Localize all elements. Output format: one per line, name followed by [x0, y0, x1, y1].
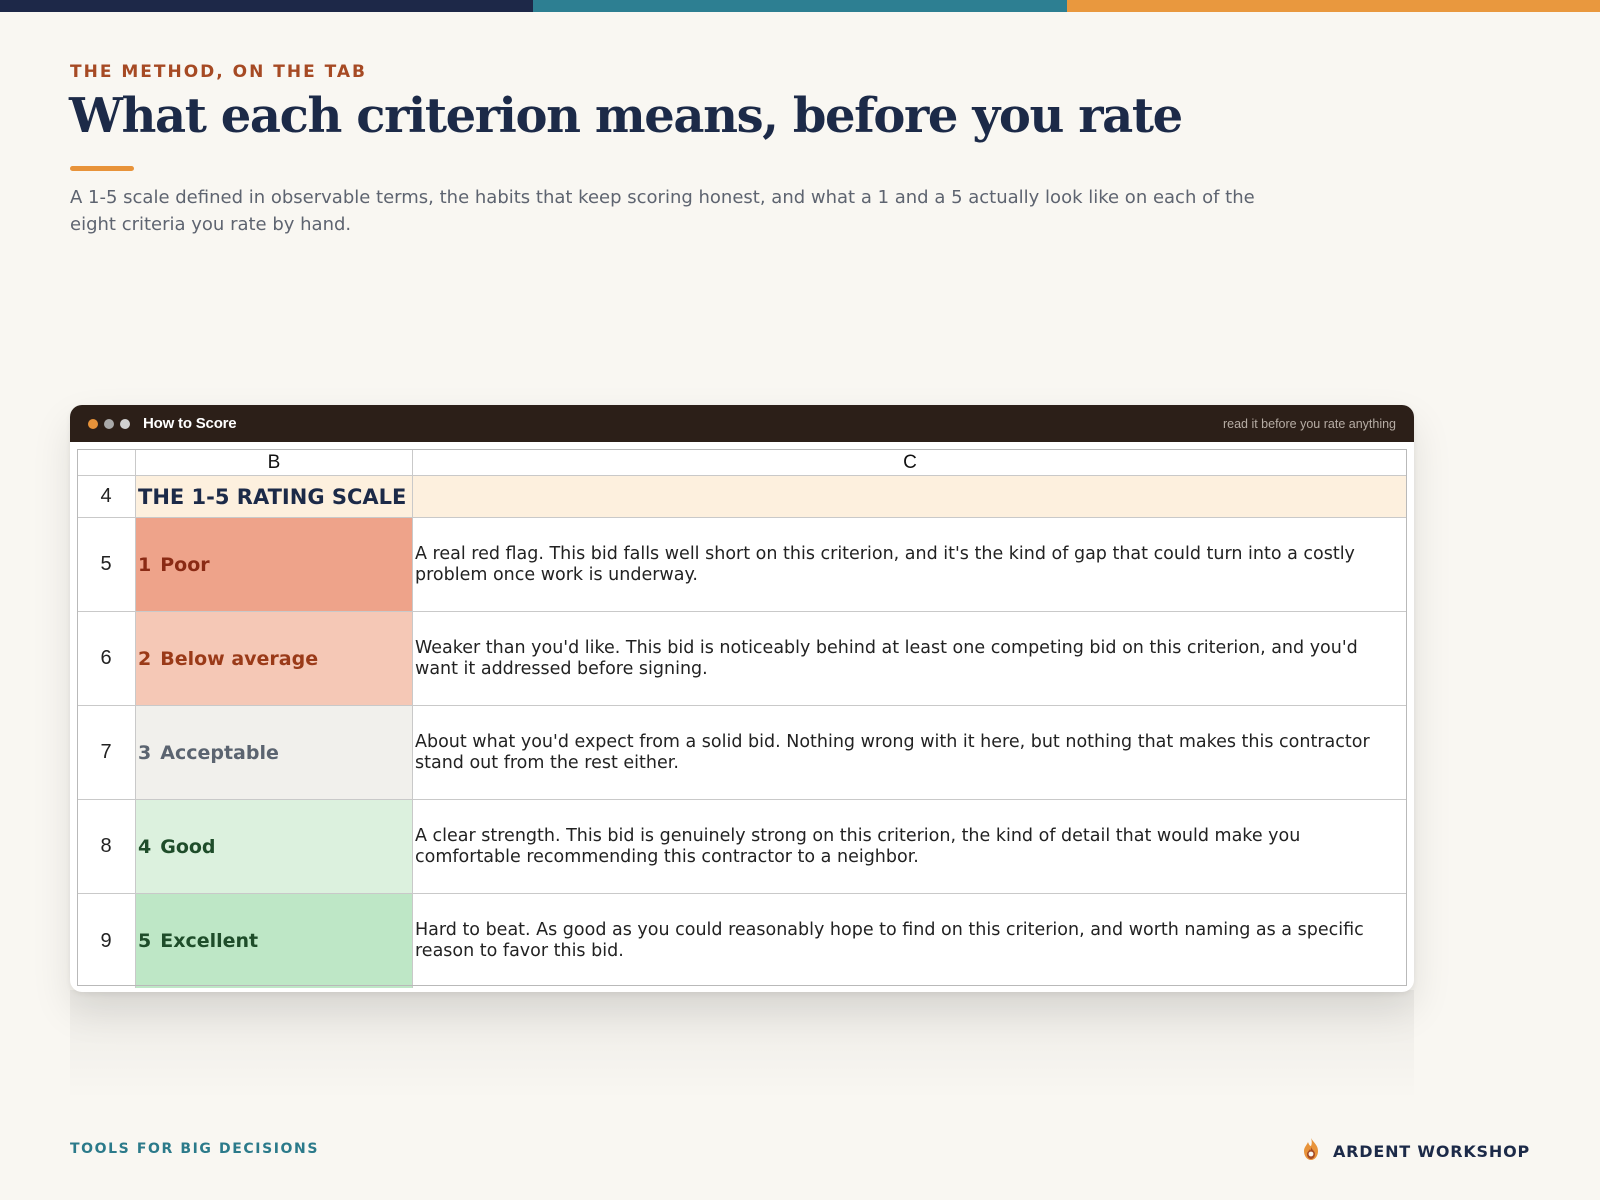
page-subtitle: A 1-5 scale defined in observable terms,…	[70, 187, 1255, 235]
row-number[interactable]: 8	[77, 800, 136, 893]
rating-number: 1	[138, 553, 152, 576]
rating-label: 4 Good	[136, 836, 216, 858]
rating-label: 2 Below average	[136, 648, 318, 670]
footer-brand: ARDENT WORKSHOP	[1301, 1137, 1530, 1166]
section-title: THE 1-5 RATING SCALE	[138, 484, 407, 509]
rating-description-cell[interactable]: About what you'd expect from a solid bid…	[413, 706, 1407, 799]
row-number[interactable]: 5	[77, 518, 136, 611]
accent-segment-teal	[533, 0, 1067, 12]
accent-segment-orange	[1066, 0, 1600, 12]
window-dot-gray[interactable]	[104, 419, 114, 429]
window-dot-orange[interactable]	[88, 419, 98, 429]
rating-description-cell[interactable]: Weaker than you'd like. This bid is noti…	[413, 612, 1407, 705]
brand-name: ARDENT WORKSHOP	[1333, 1142, 1530, 1161]
window-shadow	[70, 990, 1414, 1100]
eyebrow-label: THE METHOD, ON THE TAB	[70, 62, 367, 82]
row-number[interactable]: 6	[77, 612, 136, 705]
rating-description-cell[interactable]: Hard to beat. As good as you could reaso…	[413, 894, 1407, 988]
window-titlebar: How to Score read it before you rate any…	[70, 405, 1414, 442]
table-row: 5 1 Poor A real red flag. This bid falls we…	[77, 518, 1407, 612]
window-title: How to Score	[143, 415, 237, 432]
rating-label-cell[interactable]: 4 Good	[136, 800, 413, 893]
footer-tagline: TOOLS FOR BIG DECISIONS	[70, 1141, 320, 1157]
rating-description: Hard to beat. As good as you could reaso…	[415, 920, 1364, 961]
page-title: What each criterion means, before you ra…	[69, 88, 1183, 144]
row-number[interactable]: 9	[77, 894, 136, 988]
section-title-cell[interactable]: THE 1-5 RATING SCALE	[136, 476, 413, 517]
rating-label-cell[interactable]: 3 Acceptable	[136, 706, 413, 799]
table-row: 7 3 Acceptable About what you'd expect from…	[77, 706, 1407, 800]
rating-description: Weaker than you'd like. This bid is noti…	[415, 637, 1358, 679]
rating-label-cell[interactable]: 2 Below average	[136, 612, 413, 705]
rating-description-cell[interactable]: A real red flag. This bid falls well sho…	[413, 518, 1407, 611]
rating-description: A clear strength. This bid is genuinely …	[415, 825, 1301, 867]
section-fill-cell[interactable]	[413, 476, 1407, 517]
column-header-c[interactable]: C	[413, 450, 1407, 475]
spreadsheet-window: How to Score read it before you rate any…	[70, 405, 1414, 992]
table-row: 4 THE 1-5 RATING SCALE	[77, 476, 1407, 518]
rating-description-cell[interactable]: A clear strength. This bid is genuinely …	[413, 800, 1407, 893]
rating-number: 5	[138, 930, 152, 952]
rating-name: Good	[160, 835, 216, 858]
rating-label-cell[interactable]: 5 Excellent	[136, 894, 413, 988]
rating-name: Poor	[160, 553, 210, 576]
corner-cell[interactable]	[77, 450, 136, 475]
rating-description: A real red flag. This bid falls well sho…	[415, 543, 1355, 585]
window-note: read it before you rate anything	[1222, 417, 1396, 431]
accent-segment-navy	[0, 0, 534, 12]
rating-label: 3 Acceptable	[136, 742, 279, 764]
column-header-row: B C	[77, 449, 1407, 476]
table-row: 6 2 Below average Weaker than you'd like. T…	[77, 612, 1407, 706]
table-row: 8 4 Good A clear strength. This bid is genu…	[77, 800, 1407, 894]
table-row: 9 5 Excellent Hard to beat. As good as you …	[77, 894, 1407, 988]
rating-name: Below average	[160, 647, 319, 670]
rating-number: 3	[138, 741, 152, 764]
rating-label: 1 Poor	[136, 554, 210, 576]
sheet-grid: B C 4 THE 1-5 RATING SCALE 5 1 Poor A real …	[77, 449, 1407, 988]
rating-number: 2	[138, 647, 152, 670]
rating-label: 5 Excellent	[136, 930, 258, 952]
rating-label-cell[interactable]: 1 Poor	[136, 518, 413, 611]
column-header-b[interactable]: B	[136, 450, 413, 475]
rating-number: 4	[138, 835, 152, 858]
window-dot-light[interactable]	[120, 419, 130, 429]
rating-name: Excellent	[160, 930, 259, 952]
rating-name: Acceptable	[160, 741, 279, 764]
title-underline	[70, 166, 134, 171]
row-number[interactable]: 7	[77, 706, 136, 799]
flame-icon	[1301, 1137, 1321, 1166]
row-number[interactable]: 4	[77, 476, 136, 517]
top-accent-bar	[0, 0, 1600, 12]
rating-description: About what you'd expect from a solid bid…	[415, 731, 1370, 773]
